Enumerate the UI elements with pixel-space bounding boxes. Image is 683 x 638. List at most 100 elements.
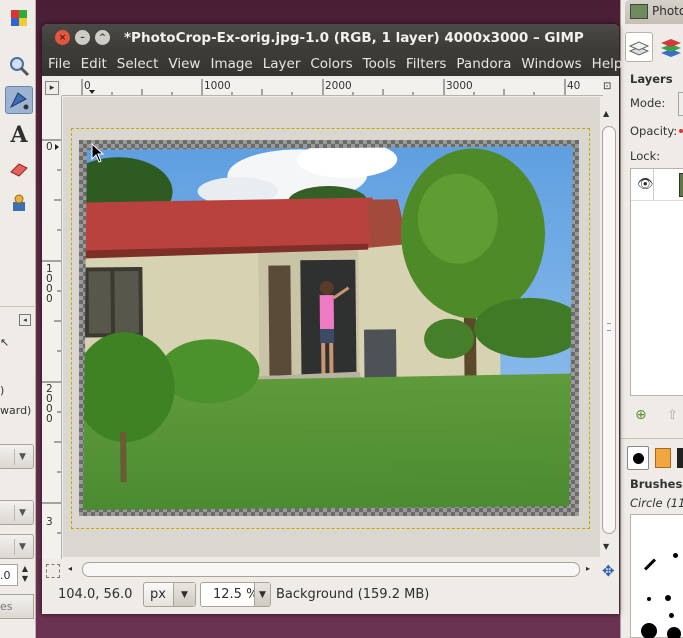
- layers-panel-label: Layers: [630, 72, 673, 86]
- raise-layer-icon[interactable]: ⇧: [667, 408, 678, 423]
- maximize-button[interactable]: ^: [95, 30, 110, 45]
- zoom-select[interactable]: 12.5 % ▼: [200, 582, 271, 607]
- scroll-up-icon[interactable]: ▲: [603, 109, 609, 118]
- menu-image[interactable]: Image: [207, 56, 255, 72]
- brush-stroke-icon[interactable]: [643, 558, 657, 571]
- menu-tools[interactable]: Tools: [360, 56, 399, 72]
- cursor-hint-icon: ↖: [0, 336, 10, 349]
- dock-separator: [621, 438, 683, 439]
- tool-option-combo-1[interactable]: ▼: [0, 444, 34, 469]
- vertical-ruler: 0 1000 2000 3: [42, 96, 62, 559]
- text-tool-icon[interactable]: A: [5, 121, 33, 149]
- brush-dot-icon[interactable]: [667, 627, 681, 638]
- vertical-scroll-thumb[interactable]: [602, 126, 616, 534]
- opacity-slider[interactable]: [679, 129, 683, 133]
- menu-view[interactable]: View: [165, 56, 203, 72]
- color-tool-icon[interactable]: [5, 4, 33, 32]
- ruler-label: 0: [84, 80, 91, 92]
- opacity-label: Opacity:: [630, 124, 678, 138]
- horizontal-scrollbar[interactable]: [82, 562, 582, 580]
- new-layer-icon[interactable]: ⊕: [635, 407, 647, 423]
- brushes-panel-label: Brushes: [630, 477, 683, 491]
- gradients-tab-icon[interactable]: [677, 448, 683, 468]
- clone-tool-icon[interactable]: [5, 189, 33, 217]
- image-canvas[interactable]: [63, 97, 600, 557]
- menu-filters[interactable]: Filters: [403, 56, 449, 72]
- zoom-fit-icon[interactable]: ⊡: [603, 81, 617, 95]
- brush-dot-icon[interactable]: [669, 613, 674, 618]
- window-titlebar: × – ^ *PhotoCrop-Ex-orig.jpg-1.0 (RGB, 1…: [42, 24, 619, 52]
- layer-divider: [653, 169, 654, 201]
- tool-option-combo-3[interactable]: ▼: [0, 534, 34, 559]
- window-title: *PhotoCrop-Ex-orig.jpg-1.0 (RGB, 1 layer…: [124, 30, 584, 46]
- eye-visibility-icon[interactable]: 👁: [637, 177, 654, 192]
- image-window: × – ^ *PhotoCrop-Ex-orig.jpg-1.0 (RGB, 1…: [42, 24, 622, 614]
- tool-option-text-2: ward): [0, 404, 32, 417]
- layers-tab[interactable]: [625, 32, 653, 62]
- tool-option-value-input[interactable]: .0: [0, 564, 18, 586]
- brush-name: Circle (11: [630, 496, 683, 510]
- ruler-label: 3000: [446, 80, 473, 92]
- menu-colors[interactable]: Colors: [307, 56, 355, 72]
- chevron-down-icon: ▼: [254, 583, 270, 606]
- quick-mask-toggle[interactable]: [46, 564, 60, 578]
- close-button[interactable]: ×: [55, 30, 70, 45]
- mode-label: Mode:: [630, 96, 666, 110]
- vertical-scrollbar[interactable]: ▲ ▼: [600, 96, 619, 559]
- layers-dock: Photo Layers Mode: Opacity: Lock: 👁 ⊕ ⇧ …: [620, 0, 683, 638]
- scroll-left-icon[interactable]: ◂: [68, 564, 72, 573]
- chevron-down-icon: ▼: [173, 583, 195, 606]
- panel-menu-icon[interactable]: ◂: [19, 314, 31, 326]
- menu-windows[interactable]: Windows: [518, 56, 584, 72]
- dock-image-thumbnail-icon: [630, 4, 648, 19]
- layer-row[interactable]: 👁: [631, 169, 683, 201]
- toolbox-panel: A ◂ ↖ ) ward) ▼ ▼ ▼ .0 ▲ ▼ es: [0, 0, 36, 638]
- brush-dot-icon: [632, 452, 644, 464]
- horizontal-scroll-thumb[interactable]: [82, 562, 580, 577]
- scroll-down-icon[interactable]: ▼: [603, 542, 609, 551]
- patterns-tab-icon[interactable]: [655, 448, 671, 468]
- brush-dot-icon[interactable]: [665, 595, 671, 601]
- tool-option-combo-4[interactable]: es: [0, 594, 34, 619]
- pointer-coordinates: 104.0, 56.0: [58, 587, 133, 602]
- layers-list: 👁: [630, 168, 683, 396]
- spin-buttons[interactable]: ▲ ▼: [18, 564, 32, 586]
- menu-edit[interactable]: Edit: [78, 56, 110, 72]
- minimize-button[interactable]: –: [75, 30, 90, 45]
- ruler-label: 1000: [46, 263, 53, 305]
- menu-file[interactable]: File: [45, 56, 74, 72]
- layer-info: Background (159.2 MB): [276, 587, 430, 602]
- dock-title: Photo: [652, 4, 683, 18]
- navigate-icon[interactable]: ✥: [602, 562, 615, 580]
- scroll-right-icon[interactable]: ▸: [586, 564, 590, 573]
- unit-value: px: [150, 587, 166, 602]
- menu-select[interactable]: Select: [114, 56, 162, 72]
- ruler-label: 3: [46, 516, 53, 528]
- toolbox-separator: [0, 306, 36, 307]
- unit-select[interactable]: px ▼: [143, 582, 196, 607]
- brush-dot-icon[interactable]: [673, 553, 678, 558]
- tool-option-text-1: ): [0, 384, 5, 397]
- zoom-value[interactable]: 12.5 %: [213, 587, 258, 602]
- chevron-down-icon: ▼: [14, 539, 30, 555]
- paths-tool-icon[interactable]: [5, 86, 33, 114]
- menu-layer[interactable]: Layer: [260, 56, 304, 72]
- ruler-label: 0: [46, 141, 53, 153]
- brush-dot-icon[interactable]: [647, 597, 651, 601]
- brushes-grid[interactable]: [630, 514, 683, 638]
- channels-tab-icon[interactable]: [659, 34, 683, 64]
- eraser-tool-icon[interactable]: [5, 155, 33, 183]
- mode-combo[interactable]: [678, 92, 683, 116]
- tool-option-combo-2[interactable]: ▼: [0, 500, 34, 525]
- ruler-label: 2000: [46, 383, 53, 425]
- image-menu-arrow-icon[interactable]: ▸: [45, 81, 59, 95]
- brush-dot-icon[interactable]: [641, 623, 657, 638]
- brushes-tab[interactable]: [627, 446, 649, 470]
- zoom-tool-icon[interactable]: [5, 52, 33, 80]
- menu-pandora[interactable]: Pandora: [453, 56, 514, 72]
- menu-help[interactable]: Help: [589, 56, 626, 72]
- lock-label: Lock:: [630, 149, 661, 163]
- statusbar: 104.0, 56.0 px ▼ 12.5 % ▼ Background (15…: [42, 580, 619, 614]
- image-photo[interactable]: [79, 140, 579, 516]
- chevron-down-icon: ▼: [14, 505, 30, 521]
